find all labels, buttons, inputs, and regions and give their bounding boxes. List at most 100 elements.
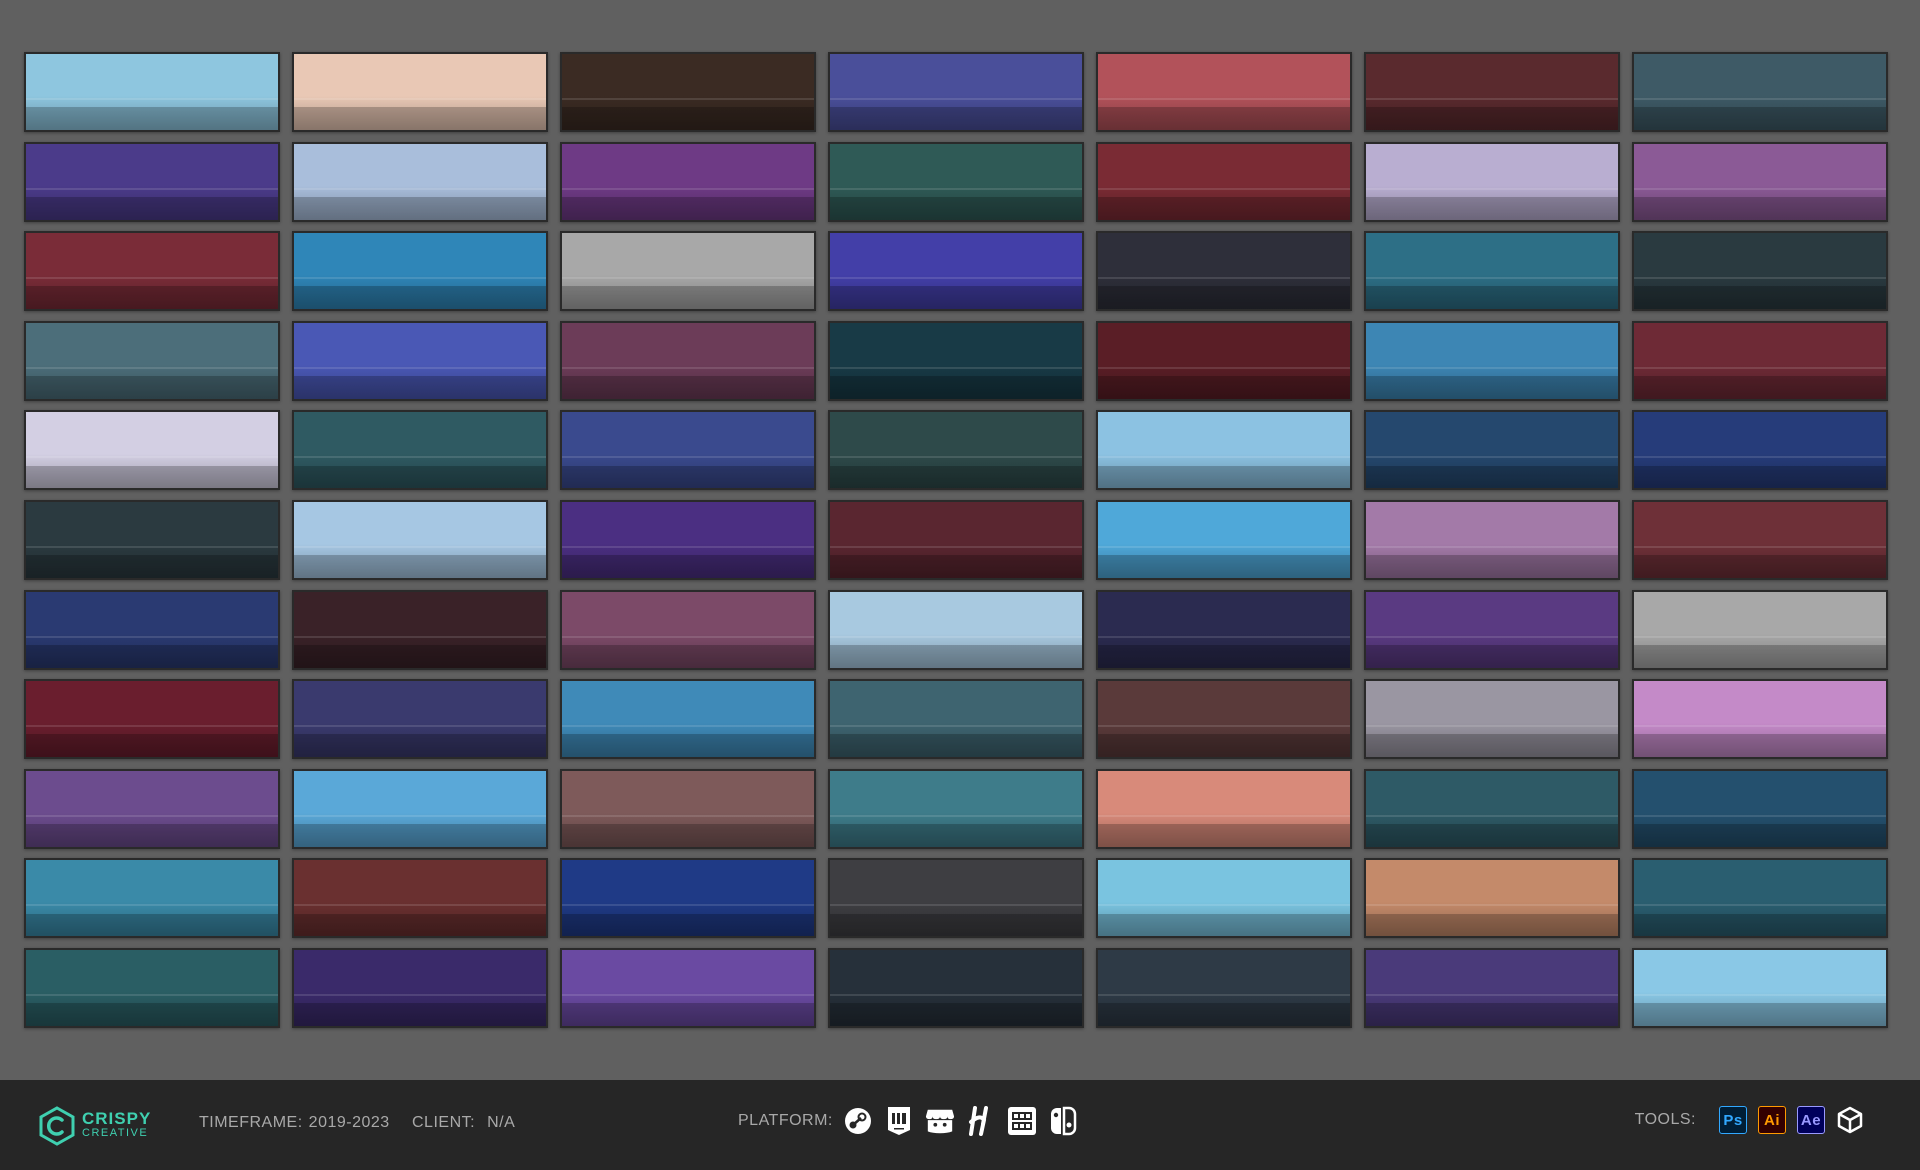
thumbnail-ground bbox=[294, 555, 546, 578]
thumbnail-image bbox=[24, 231, 280, 312]
thumbnail-horizon bbox=[26, 277, 278, 280]
thumbnail-ground bbox=[1366, 823, 1618, 847]
thumbnail-horizon bbox=[830, 635, 1082, 638]
thumbnail-image bbox=[828, 410, 1084, 491]
thumbnail-ground bbox=[1634, 107, 1886, 130]
thumbnail-image bbox=[1364, 231, 1620, 312]
humble-icon[interactable] bbox=[966, 1106, 996, 1136]
thumbnail-ground bbox=[830, 823, 1082, 847]
thumbnail-horizon bbox=[1366, 904, 1618, 907]
thumbnail-horizon bbox=[1366, 814, 1618, 817]
timeframe-value: 2019-2023 bbox=[308, 1114, 390, 1131]
thumbnail-horizon bbox=[294, 994, 546, 997]
illustrator-icon[interactable]: Ai bbox=[1758, 1106, 1786, 1134]
thumbnail-horizon bbox=[1098, 187, 1350, 190]
thumbnail-image bbox=[1364, 141, 1620, 222]
steam-icon[interactable] bbox=[843, 1106, 873, 1136]
thumbnail-ground bbox=[26, 644, 278, 668]
gog-icon[interactable] bbox=[1007, 1106, 1037, 1136]
thumbnail-image bbox=[828, 320, 1084, 401]
thumbnail-horizon bbox=[294, 187, 546, 190]
thumbnail-ground bbox=[26, 1003, 278, 1026]
thumbnail-image bbox=[560, 589, 816, 670]
thumbnail-image bbox=[828, 499, 1084, 580]
thumbnail-ground bbox=[1366, 1003, 1618, 1026]
photoshop-icon[interactable]: Ps bbox=[1719, 1106, 1747, 1134]
itch-io-icon[interactable] bbox=[925, 1106, 955, 1136]
thumbnail-horizon bbox=[830, 994, 1082, 997]
thumbnail-horizon bbox=[830, 277, 1082, 280]
thumbnail-horizon bbox=[1634, 187, 1886, 190]
thumbnail-ground bbox=[830, 286, 1082, 310]
thumbnail-horizon bbox=[562, 994, 814, 997]
thumbnail-horizon bbox=[562, 98, 814, 101]
thumbnail-image bbox=[828, 768, 1084, 849]
thumbnail-horizon bbox=[562, 725, 814, 728]
thumbnail-image bbox=[560, 410, 816, 491]
after-effects-icon[interactable]: Ae bbox=[1797, 1106, 1825, 1134]
thumbnail-horizon bbox=[294, 635, 546, 638]
thumbnail-ground bbox=[26, 286, 278, 310]
thumbnail-ground bbox=[294, 196, 546, 220]
thumbnail-horizon bbox=[562, 546, 814, 549]
thumbnail-ground bbox=[562, 913, 814, 937]
thumbnail-ground bbox=[1366, 465, 1618, 489]
thumbnail-image bbox=[292, 499, 548, 580]
thumbnail-horizon bbox=[26, 725, 278, 728]
thumbnail-horizon bbox=[1098, 814, 1350, 817]
thumbnail-horizon bbox=[830, 904, 1082, 907]
thumbnail-horizon bbox=[1634, 98, 1886, 101]
thumbnail-horizon bbox=[294, 814, 546, 817]
thumbnail-horizon bbox=[26, 456, 278, 459]
thumbnail-ground bbox=[294, 465, 546, 489]
thumbnail-ground bbox=[1634, 823, 1886, 847]
thumbnail-ground bbox=[1366, 375, 1618, 399]
thumbnail-horizon bbox=[1366, 366, 1618, 369]
thumbnail-image bbox=[1632, 768, 1888, 849]
thumbnail-horizon bbox=[26, 366, 278, 369]
nintendo-switch-icon[interactable] bbox=[1048, 1106, 1078, 1136]
thumbnail-image bbox=[24, 589, 280, 670]
thumbnail-ground bbox=[1634, 913, 1886, 937]
thumbnail-image bbox=[560, 947, 816, 1028]
thumbnail-ground bbox=[562, 286, 814, 310]
thumbnail-ground bbox=[830, 1003, 1082, 1026]
thumbnail-ground bbox=[830, 107, 1082, 130]
thumbnail-horizon bbox=[1366, 98, 1618, 101]
crispy-c-logo-icon bbox=[39, 1106, 75, 1146]
thumbnail-horizon bbox=[1098, 725, 1350, 728]
thumbnail-ground bbox=[1098, 555, 1350, 578]
thumbnail-image bbox=[1632, 499, 1888, 580]
thumbnail-horizon bbox=[562, 366, 814, 369]
thumbnail-horizon bbox=[830, 546, 1082, 549]
thumbnail-ground bbox=[562, 555, 814, 578]
thumbnail-ground bbox=[1366, 644, 1618, 668]
thumbnail-ground bbox=[1634, 555, 1886, 578]
footer-bar: CRISPY CREATIVE TIMEFRAME: 2019-2023 CLIE… bbox=[0, 1080, 1920, 1170]
thumbnail-image bbox=[560, 768, 816, 849]
thumbnail-horizon bbox=[1366, 187, 1618, 190]
thumbnail-image bbox=[1364, 589, 1620, 670]
thumbnail-ground bbox=[294, 107, 546, 130]
epic-games-icon[interactable] bbox=[884, 1106, 914, 1136]
thumbnail-image bbox=[1364, 499, 1620, 580]
thumbnail-ground bbox=[830, 465, 1082, 489]
thumbnail-ground bbox=[1098, 286, 1350, 310]
thumbnail-image bbox=[292, 410, 548, 491]
thumbnail-ground bbox=[1366, 286, 1618, 310]
thumbnail-image bbox=[560, 320, 816, 401]
thumbnail-image bbox=[292, 141, 548, 222]
unity-icon[interactable] bbox=[1836, 1106, 1864, 1134]
thumbnail-image bbox=[828, 141, 1084, 222]
thumbnail-ground bbox=[1366, 734, 1618, 758]
thumbnail-image bbox=[1364, 52, 1620, 132]
thumbnail-ground bbox=[562, 465, 814, 489]
thumbnail-ground bbox=[1098, 913, 1350, 937]
thumbnail-horizon bbox=[1098, 546, 1350, 549]
thumbnail-horizon bbox=[1366, 277, 1618, 280]
thumbnail-image bbox=[1096, 947, 1352, 1028]
thumbnail-ground bbox=[1634, 1003, 1886, 1026]
thumbnail-ground bbox=[1098, 107, 1350, 130]
thumbnail-horizon bbox=[562, 187, 814, 190]
thumbnail-image bbox=[1096, 679, 1352, 760]
